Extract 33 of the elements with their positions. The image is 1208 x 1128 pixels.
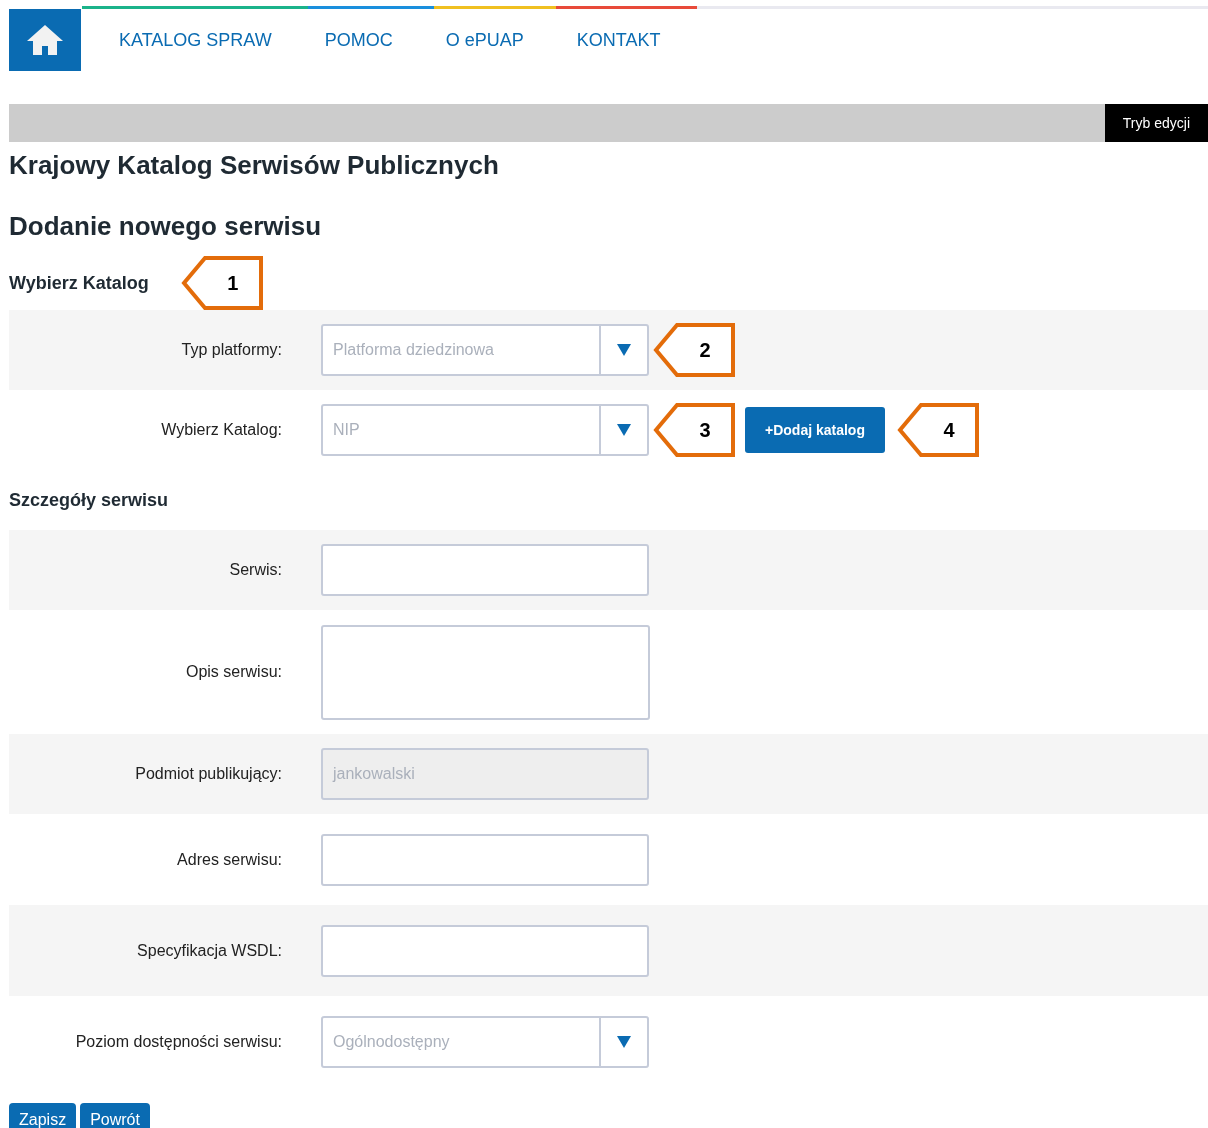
- nav-link[interactable]: KONTAKT: [576, 26, 661, 54]
- home-icon: [26, 24, 64, 56]
- field-label: Opis serwisu:: [184, 662, 282, 682]
- field-label: Typ platformy:: [180, 340, 282, 360]
- action-button[interactable]: Zapisz: [9, 1103, 77, 1128]
- add-catalog-button[interactable]: +Dodaj katalog: [745, 407, 885, 453]
- callout-label: 1: [180, 256, 263, 310]
- callout-label: 4: [896, 403, 979, 457]
- field-label: Adres serwisu:: [176, 849, 282, 870]
- caret-icon: [617, 1035, 631, 1048]
- page-title: Krajowy Katalog Serwisów Publicznych: [9, 149, 500, 182]
- input-field[interactable]: [321, 833, 649, 886]
- field-label: Podmiot publikujący:: [134, 764, 282, 784]
- field-label: Serwis:: [228, 560, 282, 580]
- callout-label: 3: [653, 403, 735, 457]
- home-button[interactable]: [9, 9, 81, 71]
- section-heading: Szczegóły serwisu: [9, 488, 169, 512]
- input-field[interactable]: [321, 544, 649, 596]
- section-heading: Wybierz Katalog: [9, 271, 149, 295]
- callout-label: 2: [653, 323, 735, 377]
- input-field[interactable]: [321, 624, 650, 720]
- field-label: Specyfikacja WSDL:: [136, 940, 282, 961]
- caret-icon: [617, 424, 631, 436]
- form-title: Dodanie nowego serwisu: [9, 210, 323, 243]
- edit-mode-button[interactable]: Tryb edycji: [1104, 104, 1208, 142]
- nav-link[interactable]: KATALOG SPRAW: [119, 26, 272, 54]
- caret-icon: [617, 344, 631, 356]
- field-label: Poziom dostępności serwisu:: [74, 1031, 282, 1052]
- field-label: Wybierz Katalog:: [160, 420, 282, 440]
- input-field[interactable]: [321, 924, 649, 977]
- nav-link[interactable]: POMOC: [324, 26, 393, 54]
- nav-link[interactable]: O ePUAP: [445, 26, 524, 54]
- action-button[interactable]: Powrót: [80, 1103, 150, 1128]
